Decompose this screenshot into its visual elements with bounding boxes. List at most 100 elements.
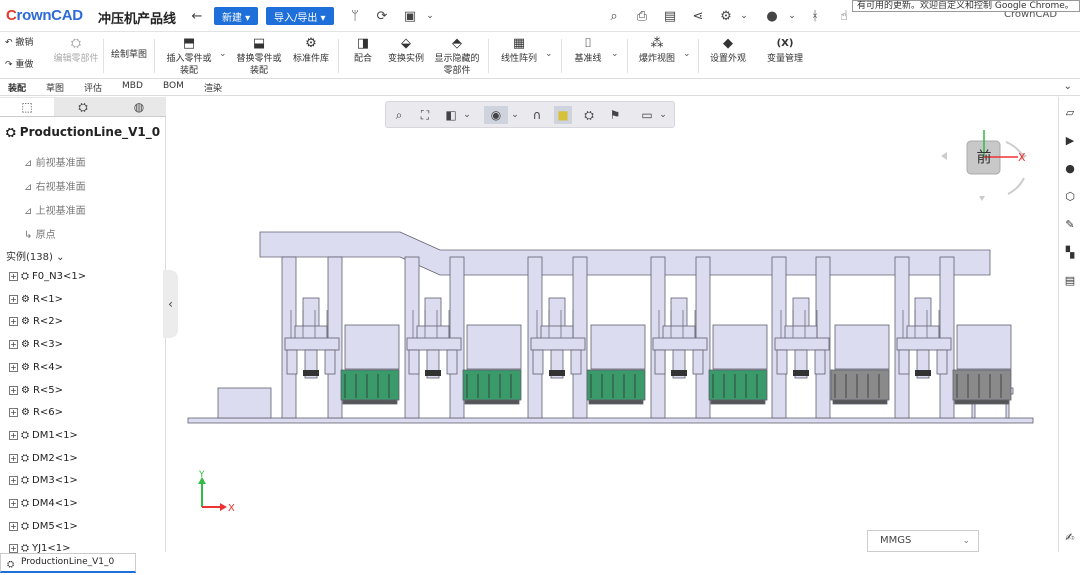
folder-icon[interactable]: ▱ xyxy=(1063,105,1077,119)
video-icon[interactable]: ▶ xyxy=(1063,133,1077,147)
tree-node[interactable]: + ⚙ R<2> xyxy=(9,316,63,327)
view-cube-face[interactable]: 前 xyxy=(976,148,991,166)
eye-icon[interactable]: ◉ xyxy=(484,106,508,124)
globe-icon[interactable]: ● xyxy=(763,7,781,25)
expand-icon[interactable]: + xyxy=(9,408,18,418)
chevron-down-icon[interactable]: ⌄ xyxy=(783,7,801,25)
tab-sketch[interactable]: 草图 xyxy=(46,81,64,94)
gear-icon[interactable]: ⚙ xyxy=(717,7,735,25)
notes-icon[interactable]: ✍ xyxy=(1063,530,1077,544)
tree-plane-front[interactable]: ⊿ 前视基准面 xyxy=(24,154,86,169)
explode-view-button[interactable]: ⁂ 爆炸视图 xyxy=(634,35,680,65)
tab-mbd[interactable]: MBD xyxy=(122,81,143,91)
wrench-icon[interactable]: ✎ xyxy=(1063,217,1077,231)
tree-node[interactable]: + ⚙ R<6> xyxy=(9,407,63,418)
chevron-down-icon[interactable]: ⌄ xyxy=(545,49,553,59)
arrow-left-icon[interactable]: ← xyxy=(188,7,206,25)
tree-node[interactable]: + ⚙ R<5> xyxy=(9,385,63,396)
tree-origin[interactable]: ↳ 原点 xyxy=(24,226,56,241)
expand-icon[interactable]: + xyxy=(9,385,18,395)
plugin-icon[interactable]: ● xyxy=(1063,161,1077,175)
edit-part-button[interactable]: ⛭ 编辑零部件 xyxy=(52,35,100,65)
tree-node[interactable]: + ⛭ DM2<1> xyxy=(9,453,78,464)
expand-icon[interactable]: + xyxy=(9,430,18,440)
linear-pattern-button[interactable]: ▦ 线性阵列 xyxy=(496,35,542,65)
chevron-down-icon[interactable]: ⌄ xyxy=(735,7,753,25)
view-cube[interactable]: 前 X Y xyxy=(941,130,1027,201)
chevron-down-icon[interactable]: ⌄ xyxy=(421,7,439,25)
transform-instance-button[interactable]: ⬙ 变换实例 xyxy=(384,35,428,65)
view-orientation-icon[interactable]: ◧ xyxy=(442,106,460,124)
replace-part-button[interactable]: ⬓ 替换零件或 装配 xyxy=(232,35,286,77)
tree-root[interactable]: ⛭ ProductionLine_V1_0 xyxy=(6,125,160,140)
tree-node[interactable]: + ⛭ F0_N3<1> xyxy=(9,271,86,282)
mate-button[interactable]: ◨ 配合 xyxy=(346,35,380,65)
monitor-icon[interactable]: ▭ xyxy=(638,106,656,124)
redo-button[interactable]: ↷ 重做 xyxy=(5,59,33,71)
datum-line-button[interactable]: ⌷ 基准线 xyxy=(568,35,608,65)
chevron-down-icon[interactable]: ⌄ xyxy=(683,49,691,59)
show-hidden-button[interactable]: ⬘ 显示隐藏的 零部件 xyxy=(432,35,482,77)
expand-icon[interactable]: + xyxy=(9,453,18,463)
chevron-down-icon[interactable]: ⌄ xyxy=(219,49,227,59)
cube-icon[interactable]: ⬚ xyxy=(0,98,54,116)
expand-icon[interactable]: + xyxy=(9,294,18,304)
zoom-icon[interactable]: ⌕ xyxy=(390,106,408,124)
globe-icon[interactable]: ◍ xyxy=(112,98,166,116)
tab-evaluate[interactable]: 评估 xyxy=(84,81,102,94)
tree-node[interactable]: + ⛭ DM5<1> xyxy=(9,521,78,532)
chevron-down-icon[interactable]: ⌄ xyxy=(462,106,472,124)
tree-node[interactable]: + ⛭ DM1<1> xyxy=(9,430,78,441)
import-export-button[interactable]: 导入/导出 ▾ xyxy=(266,7,334,25)
fit-view-icon[interactable]: ⛶ xyxy=(416,106,434,124)
tree-node[interactable]: + ⚙ R<1> xyxy=(9,294,63,305)
expand-icon[interactable]: + xyxy=(9,340,18,350)
tree-node[interactable]: + ⛭ DM4<1> xyxy=(9,498,78,509)
save-icon[interactable]: ▣ xyxy=(401,7,419,25)
tab-render[interactable]: 渲染 xyxy=(204,81,222,94)
tree-node[interactable]: + ⚙ R<3> xyxy=(9,339,63,350)
share-icon[interactable]: ⋖ xyxy=(689,7,707,25)
section-view-icon[interactable]: ∩ xyxy=(528,106,546,124)
tree-node[interactable]: + ⚙ R<4> xyxy=(9,362,63,373)
appearance-button[interactable]: ◆ 设置外观 xyxy=(706,35,750,65)
tree-node[interactable]: + ⛭ DM3<1> xyxy=(9,475,78,486)
tree-icon[interactable]: ᚼ xyxy=(806,7,824,25)
collapse-panel-button[interactable]: ‹ xyxy=(163,270,178,338)
units-select[interactable]: MMGS ⌄ xyxy=(867,530,979,552)
tree-plane-right[interactable]: ⊿ 右视基准面 xyxy=(24,178,86,193)
instances-header[interactable]: 实例(138) ⌄ xyxy=(6,248,64,263)
expand-icon[interactable]: + xyxy=(9,499,18,508)
chevron-down-icon[interactable]: ⌄ xyxy=(510,106,520,124)
document-tab[interactable]: ⛭ ProductionLine_V1_0 xyxy=(0,553,136,573)
grid-icon[interactable]: ▚ xyxy=(1063,245,1077,259)
3d-viewport[interactable]: 前 X Y Y X xyxy=(178,130,1058,550)
sketch-button[interactable]: 绘制草图 xyxy=(108,49,150,61)
assembly-icon[interactable]: ⛭ xyxy=(580,106,598,124)
print-icon[interactable]: ⎙ xyxy=(633,7,651,25)
variable-manager-button[interactable]: (X) 变量管理 xyxy=(762,35,808,65)
cube-icon[interactable]: ⬡ xyxy=(1063,189,1077,203)
chevron-down-icon[interactable]: ⌄ xyxy=(658,106,668,124)
expand-icon[interactable]: + xyxy=(9,317,18,327)
undo-button[interactable]: ↶ 撤销 xyxy=(5,37,33,49)
tab-bom[interactable]: BOM xyxy=(163,81,184,91)
chevron-down-icon[interactable]: ⌄ xyxy=(1064,81,1072,92)
search-icon[interactable]: ⌕ xyxy=(605,7,623,25)
thumbs-up-icon[interactable]: ☝ xyxy=(835,7,853,25)
comment-icon[interactable]: ▤ xyxy=(661,7,679,25)
branch-icon[interactable]: ᛘ xyxy=(346,7,364,25)
expand-icon[interactable]: + xyxy=(9,476,18,486)
assembly-icon[interactable]: ⛭ xyxy=(56,98,110,116)
standard-parts-button[interactable]: ⚙ 标准件库 xyxy=(290,35,332,65)
tab-assembly[interactable]: 装配 xyxy=(8,81,26,94)
tree-plane-top[interactable]: ⊿ 上视基准面 xyxy=(24,202,86,217)
appearance-icon[interactable]: ⚑ xyxy=(606,106,624,124)
app-logo[interactable]: CrownCAD xyxy=(6,7,83,24)
refresh-icon[interactable]: ⟳ xyxy=(373,7,391,25)
new-button[interactable]: 新建 ▾ xyxy=(214,7,259,25)
expand-icon[interactable]: + xyxy=(9,362,18,372)
insert-part-button[interactable]: ⬒ 插入零件或 装配 xyxy=(162,35,216,77)
expand-icon[interactable]: + xyxy=(9,521,18,531)
chevron-down-icon[interactable]: ⌄ xyxy=(611,49,619,59)
